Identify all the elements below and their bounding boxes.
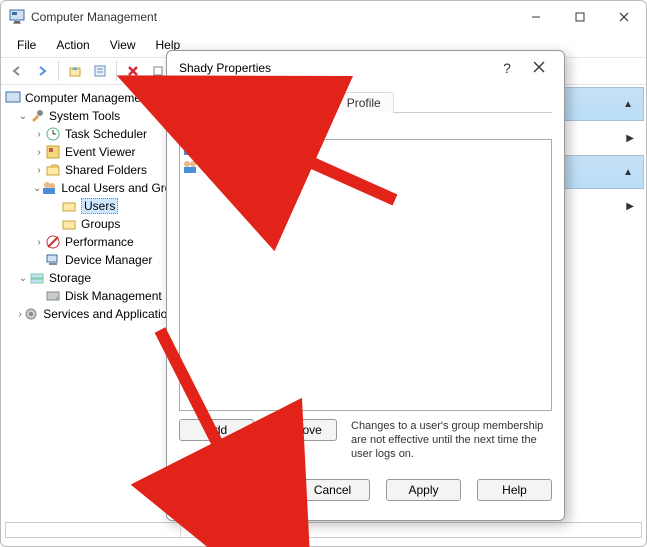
storage-icon [29, 270, 45, 286]
nav-tree[interactable]: Computer Management ⌄ System Tools › Tas… [1, 85, 181, 538]
services-icon [23, 306, 39, 322]
membership-note: Changes to a user's group membership are… [351, 419, 551, 461]
minimize-button[interactable] [514, 1, 558, 33]
main-titlebar: Computer Management [1, 1, 646, 33]
delete-button[interactable] [122, 60, 144, 82]
back-button[interactable] [6, 60, 28, 82]
collapse-up-icon[interactable]: ▲ [623, 167, 633, 178]
groups-listbox[interactable]: Administrators Users [179, 139, 552, 411]
menu-view[interactable]: View [100, 35, 146, 55]
group-icon [182, 141, 198, 157]
status-bar [5, 518, 642, 542]
tree-storage[interactable]: ⌄ Storage [1, 269, 180, 287]
dialog-titlebar[interactable]: Shady Properties ? [167, 51, 564, 85]
mmc-icon [5, 90, 21, 106]
collapse-up-icon[interactable]: ▲ [623, 99, 633, 110]
apply-button[interactable]: Apply [386, 479, 461, 501]
group-administrators[interactable]: Administrators [180, 140, 551, 158]
properties-button[interactable] [89, 60, 111, 82]
cancel-button[interactable]: Cancel [295, 479, 370, 501]
tree-users[interactable]: Users [1, 197, 180, 215]
ok-button[interactable]: OK [204, 479, 279, 501]
member-of-label: Member of: [179, 121, 552, 135]
chevron-right-icon: ▶ [626, 201, 634, 212]
chevron-right-icon: ▶ [626, 133, 634, 144]
dialog-close-button[interactable] [526, 60, 552, 76]
perf-icon [45, 234, 61, 250]
menu-file[interactable]: File [7, 35, 46, 55]
collapse-icon[interactable]: ⌄ [17, 273, 29, 284]
tab-strip: General Member Of Profile [179, 89, 552, 113]
folder-icon [61, 198, 77, 214]
tab-general[interactable]: General [179, 92, 248, 113]
tree-system-tools[interactable]: ⌄ System Tools [1, 107, 180, 125]
tree-disk-management[interactable]: Disk Management [1, 287, 180, 305]
expand-icon[interactable]: › [33, 147, 45, 158]
properties-dialog: Shady Properties ? General Member Of Pro… [166, 50, 565, 521]
maximize-button[interactable] [558, 1, 602, 33]
collapse-icon[interactable]: ⌄ [33, 183, 41, 194]
close-button[interactable] [602, 1, 646, 33]
disk-icon [45, 288, 61, 304]
group-users[interactable]: Users [180, 158, 551, 176]
remove-button[interactable]: Remove [262, 419, 337, 441]
app-icon [9, 9, 25, 25]
tools-icon [29, 108, 45, 124]
event-icon [45, 144, 61, 160]
shared-icon [45, 162, 61, 178]
tree-device-manager[interactable]: Device Manager [1, 251, 180, 269]
tree-event-viewer[interactable]: › Event Viewer [1, 143, 180, 161]
clock-icon [45, 126, 61, 142]
add-button[interactable]: Add [179, 419, 254, 441]
dialog-title: Shady Properties [179, 61, 488, 75]
window-title: Computer Management [31, 10, 514, 24]
folder-icon [61, 216, 77, 232]
tree-root[interactable]: Computer Management [1, 89, 180, 107]
collapse-icon[interactable]: ⌄ [17, 111, 29, 122]
tree-shared-folders[interactable]: › Shared Folders [1, 161, 180, 179]
help-dialog-button[interactable]: Help [477, 479, 552, 501]
tab-profile[interactable]: Profile [334, 92, 394, 113]
device-icon [45, 252, 61, 268]
users-icon [41, 180, 57, 196]
tree-task-scheduler[interactable]: › Task Scheduler [1, 125, 180, 143]
forward-button[interactable] [31, 60, 53, 82]
expand-icon[interactable]: › [33, 129, 45, 140]
expand-icon[interactable]: › [33, 237, 45, 248]
group-icon [182, 159, 198, 175]
tree-groups[interactable]: Groups [1, 215, 180, 233]
menu-action[interactable]: Action [46, 35, 99, 55]
tree-services[interactable]: › Services and Applications [1, 305, 180, 323]
tree-performance[interactable]: › Performance [1, 233, 180, 251]
up-button[interactable] [64, 60, 86, 82]
tree-local-users[interactable]: ⌄ Local Users and Groups [1, 179, 180, 197]
expand-icon[interactable]: › [33, 165, 45, 176]
tab-member-of[interactable]: Member Of [248, 92, 334, 113]
help-button[interactable]: ? [494, 60, 520, 76]
